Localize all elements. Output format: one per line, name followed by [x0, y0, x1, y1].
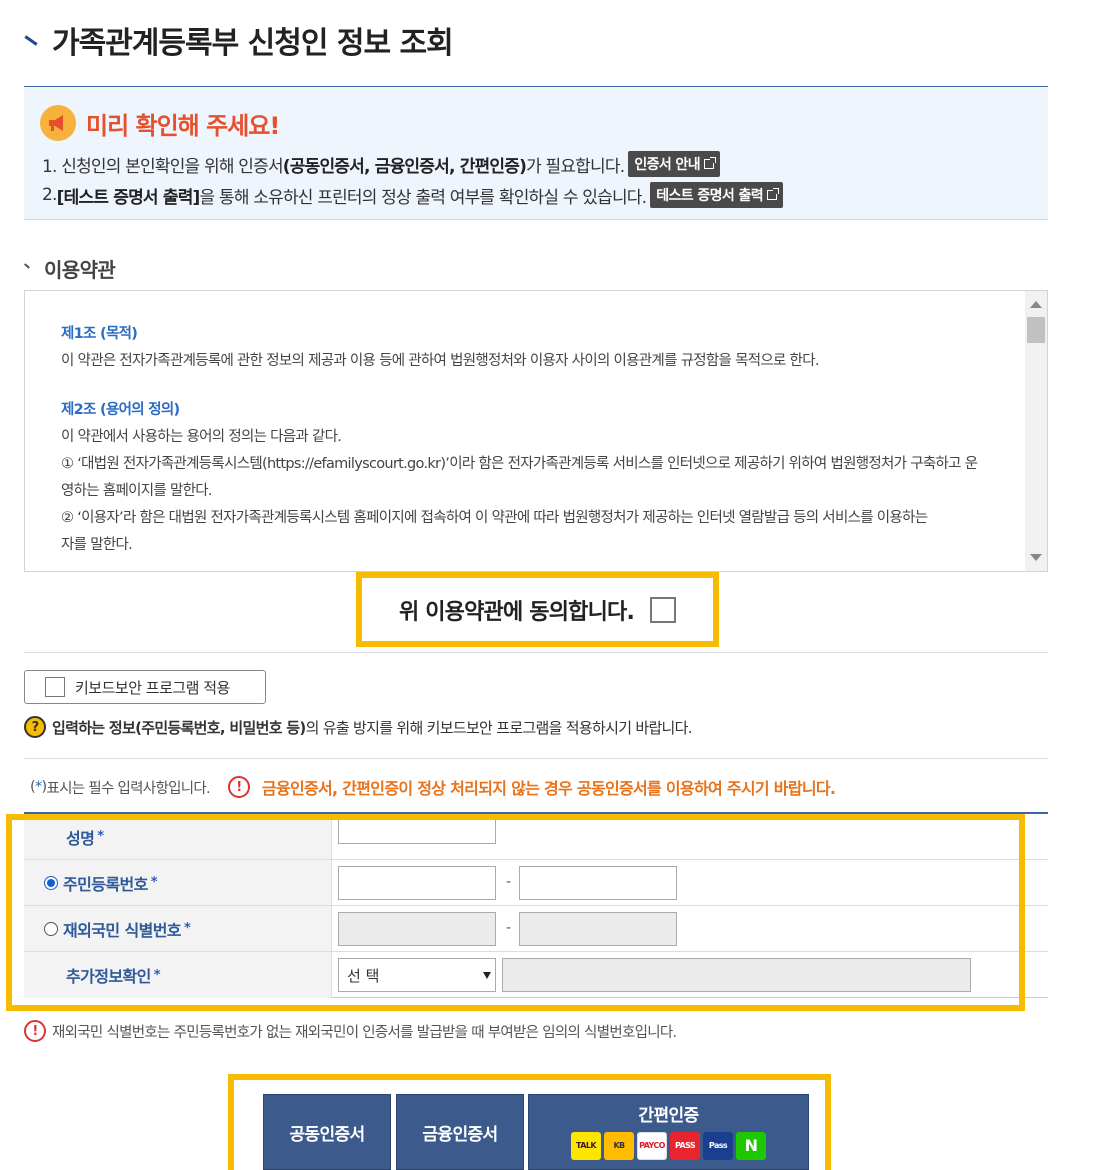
- payco-icon: PAYCO: [637, 1131, 667, 1160]
- terms-agree-box[interactable]: 위 이용약관에 동의합니다.: [356, 572, 719, 647]
- terms-agree-label: 위 이용약관에 동의합니다.: [398, 599, 635, 625]
- megaphone-icon: [40, 105, 76, 141]
- external-link-icon: [704, 157, 716, 169]
- financial-cert-button[interactable]: 금융인증서: [396, 1094, 524, 1170]
- cert-warning-text: 금융인증서, 간편인증이 정상 처리되지 않는 경우 공동인증서를 이용하여 주…: [261, 779, 836, 798]
- joint-cert-button[interactable]: 공동인증서: [263, 1094, 391, 1170]
- keyboard-security-checkbox[interactable]: [45, 677, 65, 697]
- warning-icon: !: [227, 776, 250, 798]
- notice-line-2: 2. [테스트 증명서 출력] 을 통해 소유하신 프린터의 정상 출력 여부를 …: [42, 182, 784, 208]
- test-print-button[interactable]: 테스트 증명서 출력: [650, 182, 784, 208]
- terms-scrollbar[interactable]: [1025, 291, 1047, 571]
- foreign-id-note: ! 재외국민 식별번호는 주민등록번호가 없는 재외국민이 인증서를 발급받을 …: [24, 1020, 677, 1042]
- form-highlight: [6, 814, 1025, 1011]
- article-2-item-1b: 영하는 홈페이지를 말한다.: [61, 483, 212, 499]
- article-1-text: 이 약관은 전자가족관계등록에 관한 정보의 제공과 이용 등에 관하여 법원행…: [61, 353, 819, 369]
- scroll-down-icon[interactable]: [1030, 554, 1042, 561]
- naver-icon: N: [736, 1131, 766, 1160]
- terms-content: 제1조 (목적) 이 약관은 전자가족관계등록에 관한 정보의 제공과 이용 등…: [61, 321, 1011, 559]
- notice-title: 미리 확인해 주세요!: [86, 111, 280, 140]
- title-marker-icon: [24, 35, 38, 46]
- scroll-thumb[interactable]: [1027, 317, 1045, 343]
- terms-section-title: 이용약관: [24, 254, 116, 283]
- simple-auth-logos: TALK KB PAYCO PASS Pass N: [570, 1131, 768, 1160]
- warning-icon: !: [24, 1020, 46, 1042]
- article-2-title: 제2조 (용어의 정의): [61, 402, 180, 418]
- divider: [24, 652, 1048, 653]
- section-marker-icon: [24, 262, 30, 269]
- cert-guide-button[interactable]: 인증서 안내: [628, 151, 720, 177]
- terms-agree-checkbox[interactable]: [650, 596, 677, 623]
- article-2-text: 이 약관에서 사용하는 용어의 정의는 다음과 같다.: [61, 429, 342, 445]
- external-link-icon: [767, 188, 780, 200]
- terms-scroll-box[interactable]: 제1조 (목적) 이 약관은 전자가족관계등록에 관한 정보의 제공과 이용 등…: [24, 290, 1048, 572]
- article-2-item-1a: ① ‘대법원 전자가족관계등록시스템(https://efamilyscourt…: [61, 456, 978, 472]
- notice-header: 미리 확인해 주세요!: [40, 105, 280, 141]
- notice-box: 미리 확인해 주세요! 1. 신청인의 본인확인을 위해 인증서 (공동인증서, …: [24, 86, 1048, 220]
- page-title: 가족관계등록부 신청인 정보 조회: [24, 18, 454, 62]
- divider: [24, 758, 1048, 759]
- scroll-up-icon[interactable]: [1030, 301, 1042, 308]
- kb-bank-icon: KB: [604, 1131, 634, 1160]
- required-note-line: (*) 표시는 필수 입력사항입니다. ! 금융인증서, 간편인증이 정상 처리…: [30, 775, 836, 799]
- pass-icon: PASS: [670, 1131, 700, 1160]
- article-1-title: 제1조 (목적): [61, 326, 138, 342]
- question-icon: ?: [24, 716, 46, 738]
- kakao-talk-icon: TALK: [571, 1131, 601, 1160]
- keyboard-help-line: ? 입력하는 정보(주민등록번호, 비밀번호 등) 의 유출 방지를 위해 키보드…: [24, 716, 693, 738]
- keyboard-security-button[interactable]: 키보드보안 프로그램 적용: [24, 670, 266, 704]
- article-2-item-2b: 자를 말한다.: [61, 537, 133, 553]
- article-2-item-2a: ② ‘이용자’라 함은 대법원 전자가족관계등록시스템 홈페이지에 접속하여 이…: [61, 510, 928, 526]
- simple-auth-button[interactable]: 간편인증 TALK KB PAYCO PASS Pass N: [528, 1094, 809, 1170]
- samsung-pass-icon: Pass: [703, 1131, 733, 1160]
- notice-line-1: 1. 신청인의 본인확인을 위해 인증서 (공동인증서, 금융인증서, 간편인증)…: [42, 151, 720, 177]
